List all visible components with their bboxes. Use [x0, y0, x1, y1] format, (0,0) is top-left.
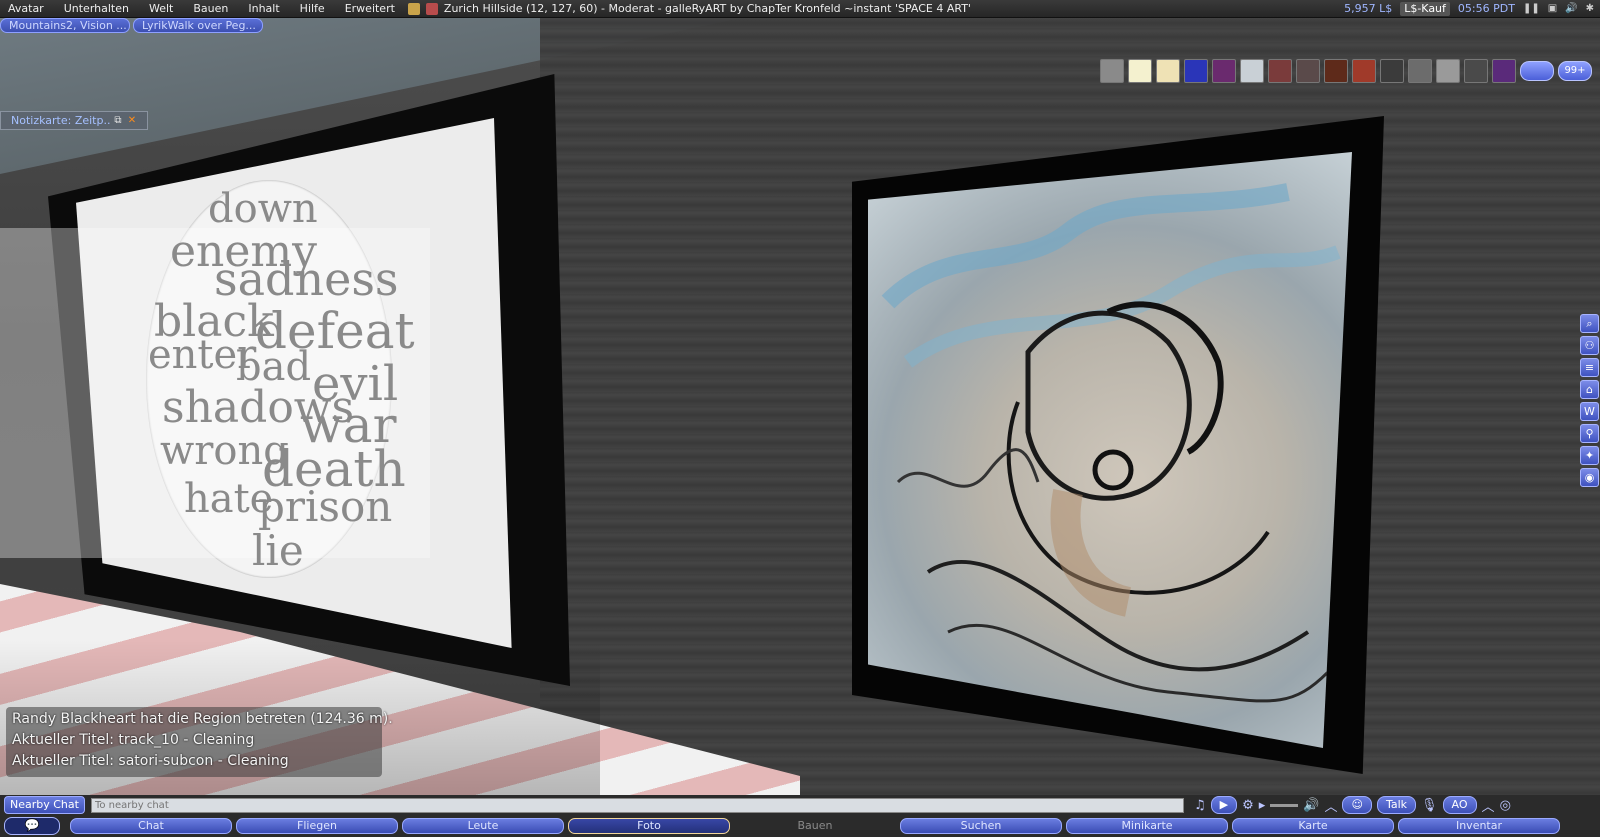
menu-status-area: 5,957 L$ L$-Kauf 05:56 PDT ❚❚ ▣ 🔊 ✱	[1344, 0, 1594, 17]
tab-suchen[interactable]: Suchen	[900, 818, 1062, 834]
notecard-floater-tab[interactable]: Notizkarte: Zeitp... ⧉ ✕	[0, 111, 148, 130]
tab-fliegen[interactable]: Fliegen	[236, 818, 398, 834]
hud-object-icon[interactable]	[1156, 59, 1180, 83]
talk-button[interactable]: Talk	[1376, 796, 1417, 814]
volume-icon[interactable]: 🔊	[1303, 798, 1319, 813]
profile-icon[interactable]: ⌕	[1580, 314, 1599, 333]
cloud-word: lie	[252, 526, 304, 575]
hud-object-icon[interactable]	[1324, 59, 1348, 83]
hud-object-icon[interactable]	[1352, 59, 1376, 83]
parcel-icon[interactable]	[407, 2, 420, 15]
hud-object-icon[interactable]	[1464, 59, 1488, 83]
chevron-up-icon[interactable]: ︿	[1324, 796, 1337, 815]
tab-bauen: Bauen	[797, 819, 833, 832]
appearance-icon[interactable]: W	[1580, 402, 1599, 421]
hud-object-icon[interactable]	[1100, 59, 1124, 83]
globe-icon[interactable]: ◎	[1500, 798, 1511, 813]
cloud-word: prison	[258, 482, 393, 531]
ao-button[interactable]: AO	[1442, 796, 1477, 814]
hud-object-icon[interactable]	[1296, 59, 1320, 83]
undock-icon[interactable]: ⧉	[111, 115, 125, 126]
hud-object-icon[interactable]	[1128, 59, 1152, 83]
menu-bauen[interactable]: Bauen	[183, 0, 238, 17]
close-icon[interactable]: ✕	[125, 115, 139, 126]
volume-slider[interactable]	[1270, 803, 1299, 807]
music-icon[interactable]: ♫	[1194, 798, 1206, 813]
play-media-button[interactable]: ▶	[1210, 796, 1238, 814]
chatbar-controls: ♫ ▶ ⚙ ▸ 🔊 ︿ ☺ Talk 🎙 AO ︿ ◎	[1194, 796, 1511, 815]
microphone-icon[interactable]: 🎙	[1421, 798, 1438, 813]
no-build-icon[interactable]	[425, 2, 438, 15]
tab-karte[interactable]: Karte	[1232, 818, 1394, 834]
media-icon[interactable]: ⚙	[1242, 798, 1254, 813]
chat-log-icon[interactable]: ≡	[1580, 358, 1599, 377]
people-icon[interactable]: ⚇	[1580, 336, 1599, 355]
favorite-landmark[interactable]: LyrikWalk over Peg...	[133, 18, 263, 33]
top-menu-bar: Avatar Unterhalten Welt Bauen Inhalt Hil…	[0, 0, 1600, 18]
right-painting-canvas	[868, 152, 1352, 748]
clock-text: 05:56 PDT	[1457, 2, 1515, 15]
side-toolbar: ⌕ ⚇ ≡ ⌂ W ⚲ ✦ ◉	[1580, 314, 1600, 487]
chat-line: Aktueller Titel: satori-subcon - Cleanin…	[12, 753, 289, 769]
hud-object-icon[interactable]	[1212, 59, 1236, 83]
gesture-button[interactable]: ☺	[1342, 796, 1372, 814]
notecard-title[interactable]: Notizkarte: Zeitp...	[1, 114, 111, 127]
tab-minikarte[interactable]: Minikarte	[1066, 818, 1228, 834]
hud-object-icon[interactable]	[1408, 59, 1432, 83]
tab-chat[interactable]: Chat	[70, 818, 232, 834]
location-text[interactable]: Zurich Hillside (12, 127, 60) - Moderat …	[441, 0, 971, 17]
settings-icon[interactable]: ✱	[1586, 3, 1594, 14]
movement-icon[interactable]: ⚲	[1580, 424, 1599, 443]
favorites-bar: Mountains2, Vision ... LyrikWalk over Pe…	[0, 18, 263, 33]
chat-input[interactable]	[90, 797, 1184, 813]
menu-hilfe[interactable]: Hilfe	[290, 0, 335, 17]
volume-icon[interactable]: 🔊	[1565, 3, 1577, 14]
bottom-toolbar: 💬 Chat Fliegen Leute Foto Bauen Suchen M…	[0, 815, 1600, 837]
chat-bubble-icon[interactable]: 💬	[4, 817, 60, 835]
hud-expand-button[interactable]	[1520, 61, 1554, 81]
hud-object-icon[interactable]	[1184, 59, 1208, 83]
places-icon[interactable]: ⌂	[1580, 380, 1599, 399]
menu-inhalt[interactable]: Inhalt	[238, 0, 289, 17]
nearby-chat-button[interactable]: Nearby Chat	[4, 796, 85, 814]
menu-erweitert[interactable]: Erweitert	[335, 0, 405, 17]
world-map-icon[interactable]: ◉	[1580, 468, 1599, 487]
menu-avatar[interactable]: Avatar	[0, 0, 54, 17]
chat-line: Aktueller Titel: track_10 - Cleaning	[12, 732, 255, 748]
pause-icon[interactable]: ❚❚	[1523, 3, 1540, 14]
chat-bar: Nearby Chat ♫ ▶ ⚙ ▸ 🔊 ︿ ☺ Talk 🎙 AO ︿ ◎	[0, 795, 1600, 815]
menu-unterhalten[interactable]: Unterhalten	[54, 0, 139, 17]
buy-currency-button[interactable]: L$-Kauf	[1400, 1, 1450, 16]
landmark-icon[interactable]: ✦	[1580, 446, 1599, 465]
hud-object-icon[interactable]	[1380, 59, 1404, 83]
chevron-up-icon[interactable]: ︿	[1482, 796, 1495, 815]
chat-history-overlay: Randy Blackheart hat die Region betreten…	[6, 707, 393, 777]
menu-welt[interactable]: Welt	[139, 0, 183, 17]
balance-text[interactable]: 5,957 L$	[1344, 2, 1392, 15]
stream-play-icon[interactable]: ▸	[1259, 798, 1266, 813]
hud-object-icon[interactable]	[1268, 59, 1292, 83]
hud-icon-row: 99+	[1100, 59, 1592, 83]
tab-leute[interactable]: Leute	[402, 818, 564, 834]
hud-more-button[interactable]: 99+	[1558, 61, 1592, 81]
chat-line: Randy Blackheart hat die Region betreten…	[12, 711, 393, 727]
tab-foto[interactable]: Foto	[568, 818, 730, 834]
hud-object-icon[interactable]	[1240, 59, 1264, 83]
charcoal-sketch-artwork	[881, 183, 1341, 703]
media-icon[interactable]: ▣	[1548, 3, 1557, 14]
tab-inventar[interactable]: Inventar	[1398, 818, 1560, 834]
favorite-landmark[interactable]: Mountains2, Vision ...	[0, 18, 130, 33]
hud-object-icon[interactable]	[1492, 59, 1516, 83]
hud-object-icon[interactable]	[1436, 59, 1460, 83]
